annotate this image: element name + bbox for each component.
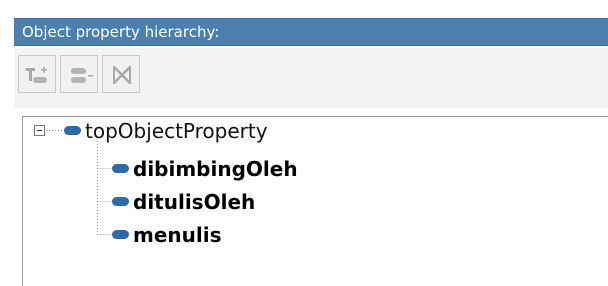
object-property-icon (112, 197, 129, 206)
collapse-toggle-icon[interactable] (34, 125, 45, 136)
tree-node-label: topObjectProperty (85, 119, 268, 143)
view-title: Object property hierarchy: (22, 23, 220, 41)
object-property-icon (112, 230, 129, 239)
add-sub-property-button[interactable] (18, 55, 56, 93)
add-sibling-property-icon (71, 68, 93, 83)
delete-property-button[interactable] (102, 55, 140, 93)
tree-node-label: dibimbingOleh (133, 157, 298, 181)
add-sibling-property-button[interactable] (60, 55, 98, 93)
tree-node-label: menulis (133, 223, 222, 247)
object-property-icon (112, 164, 129, 173)
view-title-bar: Object property hierarchy: (14, 18, 608, 46)
delete-property-icon (113, 66, 131, 84)
tree-node-label: ditulisOleh (133, 190, 256, 214)
property-tree: topObjectProperty dibimbingOleh ditulisO… (22, 116, 608, 286)
hierarchy-toolbar (14, 48, 608, 108)
add-sub-property-icon (26, 66, 47, 83)
object-property-icon (64, 126, 81, 135)
